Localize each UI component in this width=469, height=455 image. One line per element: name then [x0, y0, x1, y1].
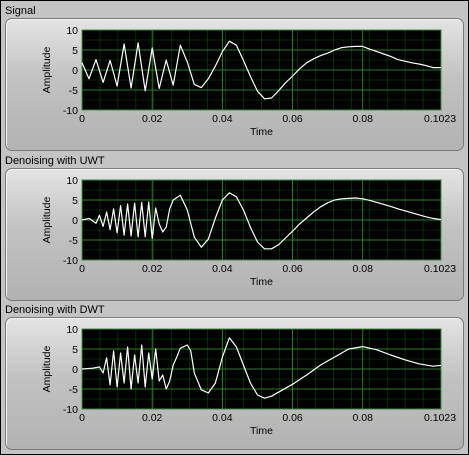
- graph-3-panel: 0 0.02 0.04 0.06 0.08 0.1023 10 5 0 -5 -10 Time Ampl…: [5, 317, 464, 450]
- x-tick-label: 0.08: [353, 263, 374, 275]
- x-tick-label: 0.04: [212, 263, 233, 275]
- x-tick-label: 0.04: [212, 113, 233, 125]
- graph-2-panel: 0 0.02 0.04 0.06 0.08 0.1023 10 5 0 -5 -10 Time Ampl…: [5, 168, 464, 301]
- graph-1-panel: 0 0.02 0.04 0.06 0.08 0.1023 10 5 0 -5 -10 Time Ampl…: [5, 18, 464, 151]
- y-tick-label: 0: [72, 364, 78, 376]
- x-tick-label: 0.06: [282, 263, 303, 275]
- x-tick-label: 0.02: [142, 263, 163, 275]
- x-tick-label: 0.02: [142, 113, 163, 125]
- y-tick-label: 10: [66, 25, 78, 37]
- graph-1-title: Signal: [5, 5, 36, 17]
- y-tick-label: -5: [69, 384, 78, 396]
- graph-2-title: Denoising with UWT: [5, 155, 105, 167]
- app-window: Signal 0 0.02 0.04 0.06 0.08 0.1023 10 5 0 -5 -10 T…: [0, 0, 469, 455]
- x-tick-label: 0.1023: [424, 412, 456, 424]
- y-tick-label: -10: [63, 404, 78, 416]
- x-tick-label: 0.04: [212, 412, 233, 424]
- x-tick-label: 0.06: [282, 113, 303, 125]
- x-tick-label: 0.02: [142, 412, 163, 424]
- y-tick-label: 5: [72, 195, 78, 207]
- graph-3-svg: 0 0.02 0.04 0.06 0.08 0.1023 10 5 0 -5 -10 Time Ampl…: [41, 324, 456, 437]
- graph-2-svg: 0 0.02 0.04 0.06 0.08 0.1023 10 5 0 -5 -10 Time Ampl…: [41, 175, 456, 288]
- y-tick-label: 0: [72, 65, 78, 77]
- y-tick-label: -10: [63, 255, 78, 267]
- x-axis-label: Time: [250, 126, 273, 138]
- y-axis-label: Amplitude: [41, 346, 53, 393]
- y-axis-label: Amplitude: [41, 197, 53, 244]
- graph-1-svg: 0 0.02 0.04 0.06 0.08 0.1023 10 5 0 -5 -10 Time Ampl…: [41, 25, 456, 138]
- y-tick-label: 0: [72, 215, 78, 227]
- x-axis-label: Time: [250, 425, 273, 437]
- y-tick-label: 10: [66, 324, 78, 336]
- y-axis-label: Amplitude: [41, 47, 53, 94]
- graph-3-title: Denoising with DWT: [5, 304, 105, 316]
- y-tick-label: -5: [69, 85, 78, 97]
- x-tick-label: 0.1023: [424, 263, 456, 275]
- x-tick-label: 0: [79, 412, 85, 424]
- x-tick-label: 0: [79, 113, 85, 125]
- x-tick-label: 0.1023: [424, 113, 456, 125]
- x-tick-label: 0.08: [353, 113, 374, 125]
- y-tick-label: 5: [72, 344, 78, 356]
- y-tick-label: -10: [63, 105, 78, 117]
- x-tick-label: 0.06: [282, 412, 303, 424]
- x-axis-label: Time: [250, 276, 273, 288]
- y-tick-label: 5: [72, 45, 78, 57]
- y-tick-label: 10: [66, 175, 78, 187]
- y-tick-label: -5: [69, 235, 78, 247]
- x-tick-label: 0.08: [353, 412, 374, 424]
- x-tick-label: 0: [79, 263, 85, 275]
